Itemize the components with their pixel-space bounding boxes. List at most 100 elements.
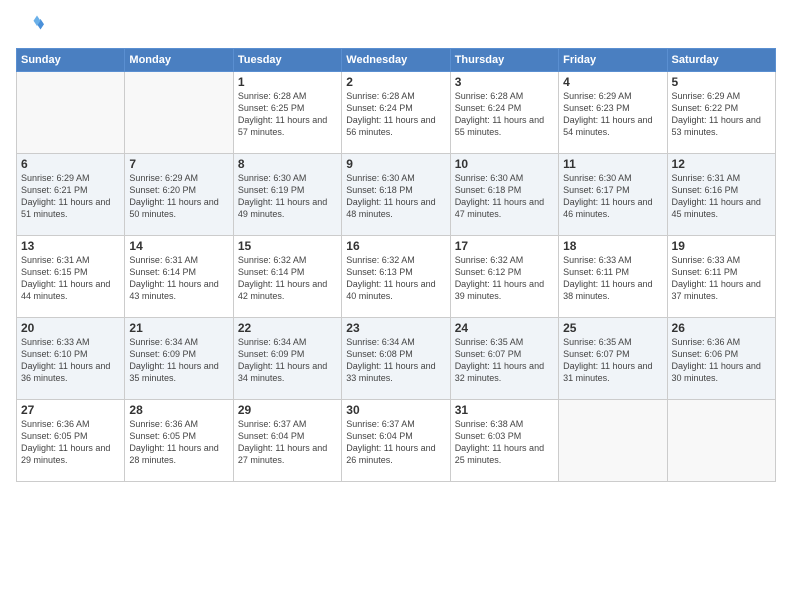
day-number: 14: [129, 239, 228, 253]
day-cell: 12Sunrise: 6:31 AM Sunset: 6:16 PM Dayli…: [667, 154, 775, 236]
day-cell: 8Sunrise: 6:30 AM Sunset: 6:19 PM Daylig…: [233, 154, 341, 236]
week-row-5: 27Sunrise: 6:36 AM Sunset: 6:05 PM Dayli…: [17, 400, 776, 482]
day-number: 9: [346, 157, 445, 171]
day-cell: 28Sunrise: 6:36 AM Sunset: 6:05 PM Dayli…: [125, 400, 233, 482]
day-info: Sunrise: 6:36 AM Sunset: 6:05 PM Dayligh…: [129, 418, 228, 467]
day-cell: 30Sunrise: 6:37 AM Sunset: 6:04 PM Dayli…: [342, 400, 450, 482]
day-info: Sunrise: 6:30 AM Sunset: 6:18 PM Dayligh…: [455, 172, 554, 221]
day-info: Sunrise: 6:33 AM Sunset: 6:11 PM Dayligh…: [563, 254, 662, 303]
header: [16, 12, 776, 40]
day-cell: [125, 72, 233, 154]
day-number: 23: [346, 321, 445, 335]
day-cell: 7Sunrise: 6:29 AM Sunset: 6:20 PM Daylig…: [125, 154, 233, 236]
week-row-2: 6Sunrise: 6:29 AM Sunset: 6:21 PM Daylig…: [17, 154, 776, 236]
logo-icon: [16, 12, 44, 40]
day-cell: [559, 400, 667, 482]
day-number: 11: [563, 157, 662, 171]
day-cell: 21Sunrise: 6:34 AM Sunset: 6:09 PM Dayli…: [125, 318, 233, 400]
day-cell: 1Sunrise: 6:28 AM Sunset: 6:25 PM Daylig…: [233, 72, 341, 154]
day-info: Sunrise: 6:31 AM Sunset: 6:15 PM Dayligh…: [21, 254, 120, 303]
day-number: 16: [346, 239, 445, 253]
day-cell: 26Sunrise: 6:36 AM Sunset: 6:06 PM Dayli…: [667, 318, 775, 400]
day-number: 2: [346, 75, 445, 89]
day-cell: 29Sunrise: 6:37 AM Sunset: 6:04 PM Dayli…: [233, 400, 341, 482]
day-info: Sunrise: 6:37 AM Sunset: 6:04 PM Dayligh…: [238, 418, 337, 467]
calendar-header: SundayMondayTuesdayWednesdayThursdayFrid…: [17, 49, 776, 72]
day-number: 22: [238, 321, 337, 335]
day-number: 15: [238, 239, 337, 253]
day-number: 17: [455, 239, 554, 253]
day-info: Sunrise: 6:34 AM Sunset: 6:09 PM Dayligh…: [238, 336, 337, 385]
day-cell: 27Sunrise: 6:36 AM Sunset: 6:05 PM Dayli…: [17, 400, 125, 482]
day-cell: 10Sunrise: 6:30 AM Sunset: 6:18 PM Dayli…: [450, 154, 558, 236]
day-info: Sunrise: 6:29 AM Sunset: 6:23 PM Dayligh…: [563, 90, 662, 139]
day-cell: 16Sunrise: 6:32 AM Sunset: 6:13 PM Dayli…: [342, 236, 450, 318]
day-info: Sunrise: 6:28 AM Sunset: 6:25 PM Dayligh…: [238, 90, 337, 139]
day-cell: 13Sunrise: 6:31 AM Sunset: 6:15 PM Dayli…: [17, 236, 125, 318]
day-cell: 25Sunrise: 6:35 AM Sunset: 6:07 PM Dayli…: [559, 318, 667, 400]
day-cell: 23Sunrise: 6:34 AM Sunset: 6:08 PM Dayli…: [342, 318, 450, 400]
day-header-monday: Monday: [125, 49, 233, 72]
day-info: Sunrise: 6:30 AM Sunset: 6:18 PM Dayligh…: [346, 172, 445, 221]
day-cell: 2Sunrise: 6:28 AM Sunset: 6:24 PM Daylig…: [342, 72, 450, 154]
day-info: Sunrise: 6:33 AM Sunset: 6:10 PM Dayligh…: [21, 336, 120, 385]
week-row-1: 1Sunrise: 6:28 AM Sunset: 6:25 PM Daylig…: [17, 72, 776, 154]
day-cell: [17, 72, 125, 154]
day-number: 21: [129, 321, 228, 335]
day-number: 3: [455, 75, 554, 89]
day-header-tuesday: Tuesday: [233, 49, 341, 72]
day-info: Sunrise: 6:36 AM Sunset: 6:05 PM Dayligh…: [21, 418, 120, 467]
day-info: Sunrise: 6:29 AM Sunset: 6:20 PM Dayligh…: [129, 172, 228, 221]
day-cell: 20Sunrise: 6:33 AM Sunset: 6:10 PM Dayli…: [17, 318, 125, 400]
day-number: 10: [455, 157, 554, 171]
day-info: Sunrise: 6:34 AM Sunset: 6:08 PM Dayligh…: [346, 336, 445, 385]
day-info: Sunrise: 6:29 AM Sunset: 6:22 PM Dayligh…: [672, 90, 771, 139]
day-number: 6: [21, 157, 120, 171]
day-cell: 3Sunrise: 6:28 AM Sunset: 6:24 PM Daylig…: [450, 72, 558, 154]
day-info: Sunrise: 6:32 AM Sunset: 6:12 PM Dayligh…: [455, 254, 554, 303]
day-number: 19: [672, 239, 771, 253]
day-header-friday: Friday: [559, 49, 667, 72]
calendar-body: 1Sunrise: 6:28 AM Sunset: 6:25 PM Daylig…: [17, 72, 776, 482]
day-cell: 14Sunrise: 6:31 AM Sunset: 6:14 PM Dayli…: [125, 236, 233, 318]
day-cell: 6Sunrise: 6:29 AM Sunset: 6:21 PM Daylig…: [17, 154, 125, 236]
day-info: Sunrise: 6:38 AM Sunset: 6:03 PM Dayligh…: [455, 418, 554, 467]
day-info: Sunrise: 6:36 AM Sunset: 6:06 PM Dayligh…: [672, 336, 771, 385]
day-number: 20: [21, 321, 120, 335]
day-cell: 17Sunrise: 6:32 AM Sunset: 6:12 PM Dayli…: [450, 236, 558, 318]
day-number: 4: [563, 75, 662, 89]
logo: [16, 12, 48, 40]
day-number: 8: [238, 157, 337, 171]
week-row-3: 13Sunrise: 6:31 AM Sunset: 6:15 PM Dayli…: [17, 236, 776, 318]
day-number: 26: [672, 321, 771, 335]
day-number: 1: [238, 75, 337, 89]
day-info: Sunrise: 6:33 AM Sunset: 6:11 PM Dayligh…: [672, 254, 771, 303]
day-number: 5: [672, 75, 771, 89]
day-number: 29: [238, 403, 337, 417]
day-info: Sunrise: 6:30 AM Sunset: 6:19 PM Dayligh…: [238, 172, 337, 221]
day-cell: 4Sunrise: 6:29 AM Sunset: 6:23 PM Daylig…: [559, 72, 667, 154]
day-cell: 11Sunrise: 6:30 AM Sunset: 6:17 PM Dayli…: [559, 154, 667, 236]
day-info: Sunrise: 6:28 AM Sunset: 6:24 PM Dayligh…: [455, 90, 554, 139]
day-header-sunday: Sunday: [17, 49, 125, 72]
day-cell: [667, 400, 775, 482]
day-number: 13: [21, 239, 120, 253]
day-cell: 31Sunrise: 6:38 AM Sunset: 6:03 PM Dayli…: [450, 400, 558, 482]
day-number: 30: [346, 403, 445, 417]
day-info: Sunrise: 6:37 AM Sunset: 6:04 PM Dayligh…: [346, 418, 445, 467]
day-header-thursday: Thursday: [450, 49, 558, 72]
day-info: Sunrise: 6:29 AM Sunset: 6:21 PM Dayligh…: [21, 172, 120, 221]
day-cell: 24Sunrise: 6:35 AM Sunset: 6:07 PM Dayli…: [450, 318, 558, 400]
day-number: 18: [563, 239, 662, 253]
day-info: Sunrise: 6:30 AM Sunset: 6:17 PM Dayligh…: [563, 172, 662, 221]
calendar: SundayMondayTuesdayWednesdayThursdayFrid…: [16, 48, 776, 482]
day-cell: 19Sunrise: 6:33 AM Sunset: 6:11 PM Dayli…: [667, 236, 775, 318]
day-info: Sunrise: 6:31 AM Sunset: 6:16 PM Dayligh…: [672, 172, 771, 221]
day-number: 28: [129, 403, 228, 417]
day-cell: 22Sunrise: 6:34 AM Sunset: 6:09 PM Dayli…: [233, 318, 341, 400]
header-row: SundayMondayTuesdayWednesdayThursdayFrid…: [17, 49, 776, 72]
day-info: Sunrise: 6:32 AM Sunset: 6:13 PM Dayligh…: [346, 254, 445, 303]
day-number: 31: [455, 403, 554, 417]
day-info: Sunrise: 6:34 AM Sunset: 6:09 PM Dayligh…: [129, 336, 228, 385]
day-cell: 5Sunrise: 6:29 AM Sunset: 6:22 PM Daylig…: [667, 72, 775, 154]
